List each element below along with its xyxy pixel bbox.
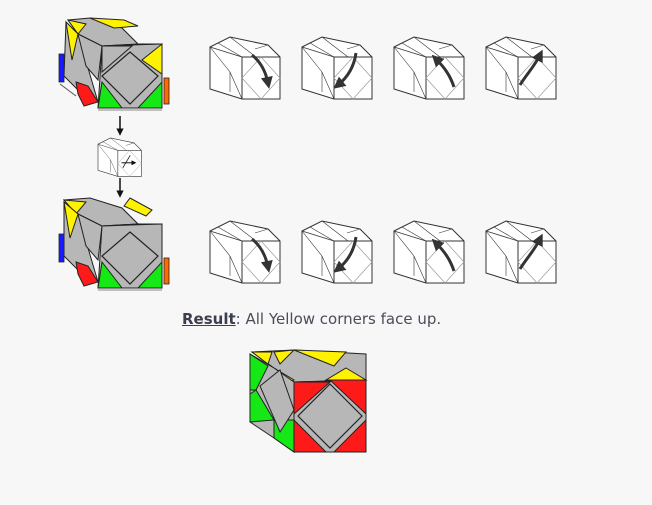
move-diagram-3 xyxy=(393,36,465,100)
diagram-canvas xyxy=(58,17,557,453)
result-label: Result xyxy=(182,310,236,328)
cube-result xyxy=(249,349,368,453)
move-diagram-7 xyxy=(393,220,465,284)
move-diagram-1 xyxy=(209,36,281,100)
cube-before-bottom xyxy=(58,197,170,291)
result-text: : All Yellow corners face up. xyxy=(235,310,442,328)
move-diagram-2 xyxy=(301,36,373,100)
cube-before-top xyxy=(58,17,170,111)
result-caption: Result: All Yellow corners face up. xyxy=(182,310,441,328)
move-diagram-5 xyxy=(209,220,281,284)
move-diagram-8 xyxy=(485,220,557,284)
move-diagram-6 xyxy=(301,220,373,284)
cube-small-middle xyxy=(97,137,142,177)
move-diagram-4 xyxy=(485,36,557,100)
